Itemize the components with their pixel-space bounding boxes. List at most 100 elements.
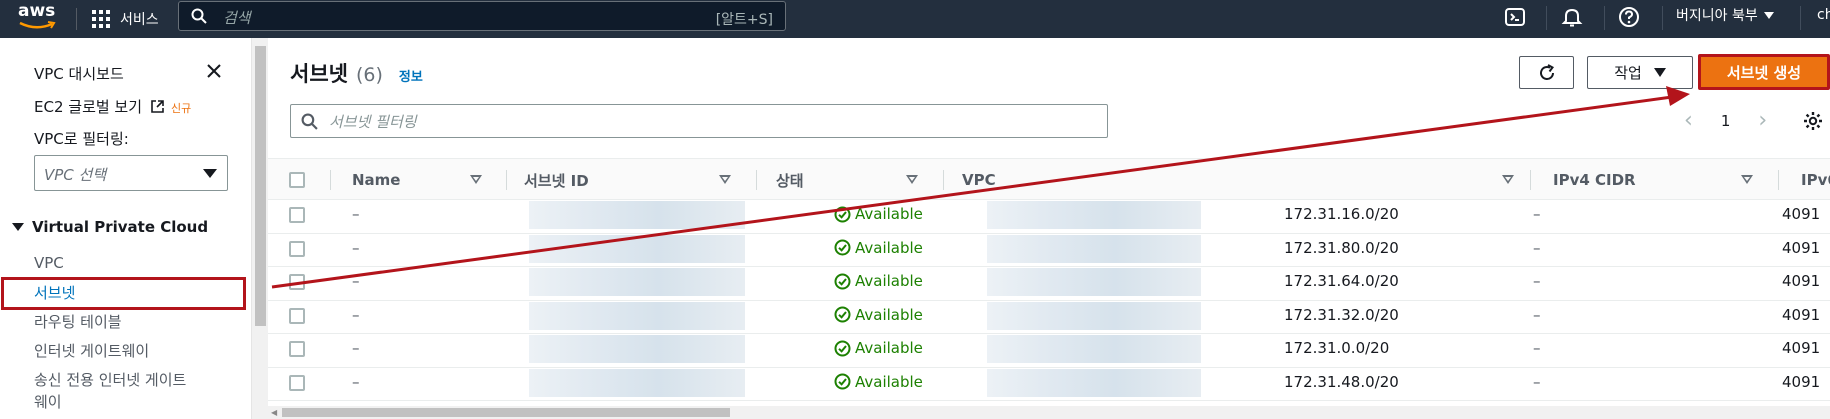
column-header-label: 상태 <box>776 171 804 190</box>
search-shortcut-hint: [알트+S] <box>715 12 773 28</box>
table-row[interactable]: – Available 172.31.64.0/20 – 4091 <box>268 267 1830 301</box>
sidebar: VPC 대시보드 EC2 글로벌 보기 신규 VPC로 필터링: VPC 선택 … <box>0 38 252 419</box>
subnet-filter-input[interactable]: 서브넷 필터링 <box>290 104 1108 138</box>
scroll-left-icon[interactable]: ◀ <box>271 408 277 417</box>
services-label: 서비스 <box>120 12 159 28</box>
sidebar-link-ec2-global-view[interactable]: EC2 글로벌 보기 신규 <box>34 96 191 117</box>
new-badge: 신규 <box>171 102 192 115</box>
column-divider <box>943 170 944 190</box>
row-checkbox[interactable] <box>289 374 305 391</box>
redacted-vpc-id <box>987 368 1201 397</box>
cell-ipv4-cidr: 172.31.32.0/20 <box>1284 305 1399 324</box>
cell-available-ips: 4091 <box>1782 305 1821 324</box>
create-subnet-button[interactable]: 서브넷 생성 <box>1698 54 1830 90</box>
account-menu[interactable]: ch <box>1817 7 1830 23</box>
column-header-ipv6-cidr[interactable]: IPv6 CIDR <box>1801 159 1830 201</box>
table-horizontal-scrollbar[interactable]: ◀ <box>268 406 1830 419</box>
column-header-label: IPv6 CIDR <box>1801 171 1830 189</box>
column-header-status[interactable]: 상태 <box>776 159 930 201</box>
select-all-checkbox[interactable] <box>289 172 305 188</box>
caret-down-icon <box>12 223 24 231</box>
scrollbar-thumb[interactable] <box>255 46 266 326</box>
row-checkbox[interactable] <box>289 274 305 290</box>
notifications-bell-icon[interactable] <box>1561 6 1583 28</box>
sort-icon <box>719 175 731 184</box>
column-header-vpc[interactable]: VPC <box>962 159 1526 201</box>
table-row[interactable]: – Available 172.31.80.0/20 – 4091 <box>268 234 1830 267</box>
sidebar-scrollbar[interactable] <box>251 38 268 419</box>
nav-divider <box>1546 6 1547 30</box>
sidebar-item-route-tables[interactable]: 라우팅 테이블 <box>34 311 122 332</box>
cell-status: Available <box>834 306 923 324</box>
cell-ipv4-cidr: 172.31.80.0/20 <box>1284 238 1399 257</box>
sidebar-item-internet-gateways[interactable]: 인터넷 게이트웨이 <box>34 340 149 361</box>
vpc-select-dropdown[interactable]: VPC 선택 <box>34 155 228 191</box>
section-toggle-virtual-private-cloud[interactable]: Virtual Private Cloud <box>12 218 208 236</box>
cell-name: – <box>352 339 360 357</box>
cell-ipv6-cidr: – <box>1533 305 1541 324</box>
status-check-icon <box>834 239 851 256</box>
status-label: Available <box>855 305 923 324</box>
cell-status: Available <box>834 239 923 257</box>
gear-icon[interactable] <box>1802 110 1824 132</box>
cell-available-ips: 4091 <box>1782 372 1821 391</box>
next-page-icon[interactable]: › <box>1758 108 1767 133</box>
cell-status: Available <box>834 339 923 357</box>
pagination: ‹ 1 › <box>1684 108 1767 133</box>
cell-ipv4-cidr: 172.31.64.0/20 <box>1284 272 1399 290</box>
external-link-icon <box>151 100 164 113</box>
status-label: Available <box>855 372 923 391</box>
row-checkbox[interactable] <box>289 341 305 357</box>
column-header-name[interactable]: Name <box>352 159 494 201</box>
cell-name: – <box>352 305 360 324</box>
table-row[interactable]: – Available 172.31.48.0/20 – 4091 <box>268 368 1830 401</box>
close-icon[interactable] <box>205 62 223 80</box>
redacted-subnet-id <box>529 234 745 263</box>
column-header-label: IPv4 CIDR <box>1553 171 1636 189</box>
services-menu-button[interactable]: 서비스 <box>92 5 159 33</box>
status-label: Available <box>855 238 923 257</box>
region-label: 버지니아 북부 <box>1676 8 1758 24</box>
table-row[interactable]: – Available 172.31.32.0/20 – 4091 <box>268 301 1830 334</box>
row-checkbox[interactable] <box>289 240 305 257</box>
column-divider <box>1530 170 1531 190</box>
info-link[interactable]: 정보 <box>399 66 423 85</box>
page-number[interactable]: 1 <box>1721 112 1731 130</box>
annotation-highlight-box <box>1 277 246 310</box>
nav-divider <box>76 8 77 30</box>
cell-ipv4-cidr: 172.31.16.0/20 <box>1284 205 1399 223</box>
filter-placeholder: 서브넷 필터링 <box>329 113 417 131</box>
table-row[interactable]: – Available 172.31.16.0/20 – 4091 <box>268 200 1830 234</box>
status-check-icon <box>834 340 851 356</box>
sidebar-item-label-continued: 웨이 <box>34 393 62 411</box>
region-selector[interactable]: 버지니아 북부 <box>1676 5 1774 25</box>
column-header-subnet-id[interactable]: 서브넷 ID <box>524 159 743 201</box>
redacted-vpc-id <box>987 335 1201 363</box>
global-search-input[interactable]: 검색 [알트+S] <box>178 1 786 31</box>
cell-status: Available <box>834 373 923 391</box>
sidebar-item-egress-only-internet-gateways[interactable]: 송신 전용 인터넷 게이트 <box>34 369 186 390</box>
actions-dropdown-button[interactable]: 작업 <box>1587 56 1693 89</box>
caret-down-icon <box>1653 68 1666 77</box>
cell-status: Available <box>834 205 923 223</box>
aws-logo-text: aws <box>18 1 56 21</box>
cloudshell-icon[interactable] <box>1504 6 1526 28</box>
row-checkbox[interactable] <box>289 307 305 324</box>
row-checkbox[interactable] <box>289 207 305 223</box>
column-divider <box>506 170 507 190</box>
grid-icon <box>92 10 110 28</box>
scrollbar-thumb[interactable] <box>282 408 730 417</box>
refresh-icon <box>1539 63 1554 80</box>
ec2-global-label: EC2 글로벌 보기 <box>34 98 143 116</box>
redacted-vpc-id <box>987 201 1201 229</box>
prev-page-icon[interactable]: ‹ <box>1684 108 1693 133</box>
cell-available-ips: 4091 <box>1782 205 1821 223</box>
table-row[interactable]: – Available 172.31.0.0/20 – 4091 <box>268 334 1830 368</box>
sidebar-item-vpc[interactable]: VPC <box>34 254 64 272</box>
aws-logo[interactable]: aws <box>18 1 58 31</box>
sidebar-link-vpc-dashboard[interactable]: VPC 대시보드 <box>34 63 124 84</box>
column-header-ipv4-cidr[interactable]: IPv4 CIDR <box>1553 159 1765 201</box>
refresh-button[interactable] <box>1519 56 1574 89</box>
help-icon[interactable] <box>1618 6 1640 28</box>
section-title: Virtual Private Cloud <box>32 218 209 236</box>
